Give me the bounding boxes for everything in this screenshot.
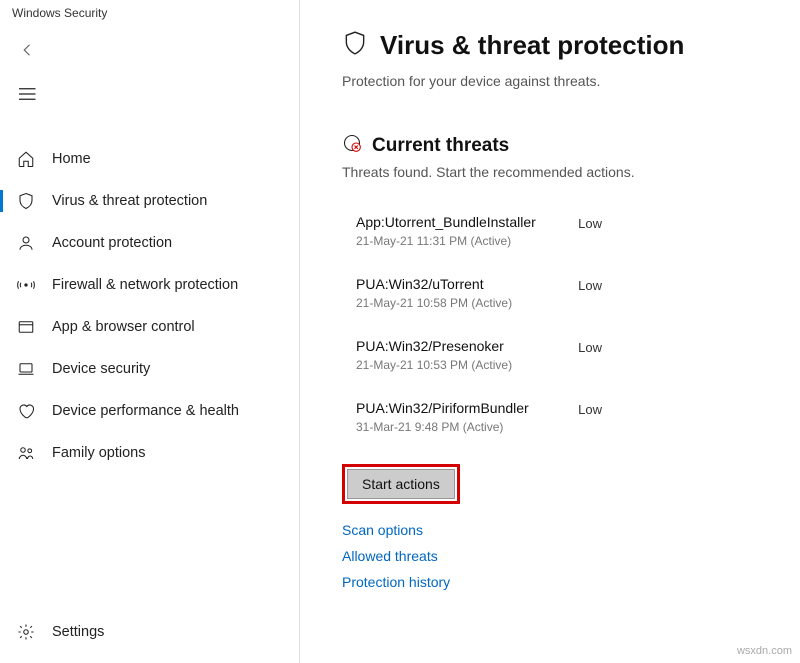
section-title: Current threats xyxy=(372,135,509,157)
shield-icon xyxy=(342,28,368,63)
current-threats-section: Current threats Threats found. Start the… xyxy=(342,133,780,590)
sidebar: Windows Security Home Virus & threat pro… xyxy=(0,0,300,663)
threat-alert-icon xyxy=(342,133,362,158)
allowed-threats-link[interactable]: Allowed threats xyxy=(342,548,780,564)
sidebar-item-label: Virus & threat protection xyxy=(52,193,207,209)
threat-meta: 21-May-21 10:53 PM (Active) xyxy=(356,358,512,372)
sidebar-item-label: Home xyxy=(52,151,91,167)
app-browser-icon xyxy=(16,317,36,337)
threat-name: App:Utorrent_BundleInstaller xyxy=(356,214,536,230)
sidebar-nav: Home Virus & threat protection Account p… xyxy=(0,138,299,474)
sidebar-item-family-options[interactable]: Family options xyxy=(0,432,299,474)
heart-icon xyxy=(16,401,36,421)
page-header: Virus & threat protection xyxy=(342,28,780,63)
gear-icon xyxy=(16,622,36,642)
sidebar-item-label: Family options xyxy=(52,445,145,461)
sidebar-item-label: Device performance & health xyxy=(52,403,239,419)
threat-severity: Low xyxy=(578,278,602,293)
window-title: Windows Security xyxy=(0,0,299,30)
watermark: wsxdn.com xyxy=(737,645,792,657)
back-button[interactable] xyxy=(0,30,299,70)
main-content: Virus & threat protection Protection for… xyxy=(300,0,800,663)
person-icon xyxy=(16,233,36,253)
home-icon xyxy=(16,149,36,169)
sidebar-item-firewall[interactable]: Firewall & network protection xyxy=(0,264,299,306)
start-actions-highlight: Start actions xyxy=(342,464,460,504)
sidebar-item-label: Settings xyxy=(52,624,104,640)
menu-icon xyxy=(18,84,38,104)
threat-item[interactable]: PUA:Win32/PiriformBundler 31-Mar-21 9:48… xyxy=(342,386,602,448)
sidebar-item-device-performance[interactable]: Device performance & health xyxy=(0,390,299,432)
hamburger-button[interactable] xyxy=(0,70,299,118)
threat-meta: 21-May-21 11:31 PM (Active) xyxy=(356,234,536,248)
family-icon xyxy=(16,443,36,463)
antenna-icon xyxy=(16,275,36,295)
page-subtitle: Protection for your device against threa… xyxy=(342,73,780,89)
threat-meta: 21-May-21 10:58 PM (Active) xyxy=(356,296,512,310)
arrow-left-icon xyxy=(18,40,38,60)
threat-item[interactable]: PUA:Win32/Presenoker 21-May-21 10:53 PM … xyxy=(342,324,602,386)
protection-history-link[interactable]: Protection history xyxy=(342,574,780,590)
threat-meta: 31-Mar-21 9:48 PM (Active) xyxy=(356,420,529,434)
sidebar-item-app-browser[interactable]: App & browser control xyxy=(0,306,299,348)
page-title: Virus & threat protection xyxy=(380,30,684,61)
sidebar-item-account-protection[interactable]: Account protection xyxy=(0,222,299,264)
sidebar-item-label: Device security xyxy=(52,361,150,377)
threats-list: App:Utorrent_BundleInstaller 21-May-21 1… xyxy=(342,200,780,448)
threat-severity: Low xyxy=(578,216,602,231)
sidebar-item-label: Account protection xyxy=(52,235,172,251)
threat-name: PUA:Win32/uTorrent xyxy=(356,276,512,292)
sidebar-item-label: Firewall & network protection xyxy=(52,277,238,293)
sidebar-item-home[interactable]: Home xyxy=(0,138,299,180)
section-header: Current threats xyxy=(342,133,780,158)
section-subtitle: Threats found. Start the recommended act… xyxy=(342,164,780,180)
sidebar-item-settings[interactable]: Settings xyxy=(0,611,299,653)
laptop-icon xyxy=(16,359,36,379)
start-actions-button[interactable]: Start actions xyxy=(347,469,455,499)
scan-options-link[interactable]: Scan options xyxy=(342,522,780,538)
links-group: Scan options Allowed threats Protection … xyxy=(342,522,780,590)
threat-item[interactable]: App:Utorrent_BundleInstaller 21-May-21 1… xyxy=(342,200,602,262)
threat-name: PUA:Win32/Presenoker xyxy=(356,338,512,354)
threat-severity: Low xyxy=(578,340,602,355)
sidebar-item-label: App & browser control xyxy=(52,319,195,335)
sidebar-item-device-security[interactable]: Device security xyxy=(0,348,299,390)
threat-severity: Low xyxy=(578,402,602,417)
shield-icon xyxy=(16,191,36,211)
threat-item[interactable]: PUA:Win32/uTorrent 21-May-21 10:58 PM (A… xyxy=(342,262,602,324)
sidebar-item-virus-threat[interactable]: Virus & threat protection xyxy=(0,180,299,222)
threat-name: PUA:Win32/PiriformBundler xyxy=(356,400,529,416)
